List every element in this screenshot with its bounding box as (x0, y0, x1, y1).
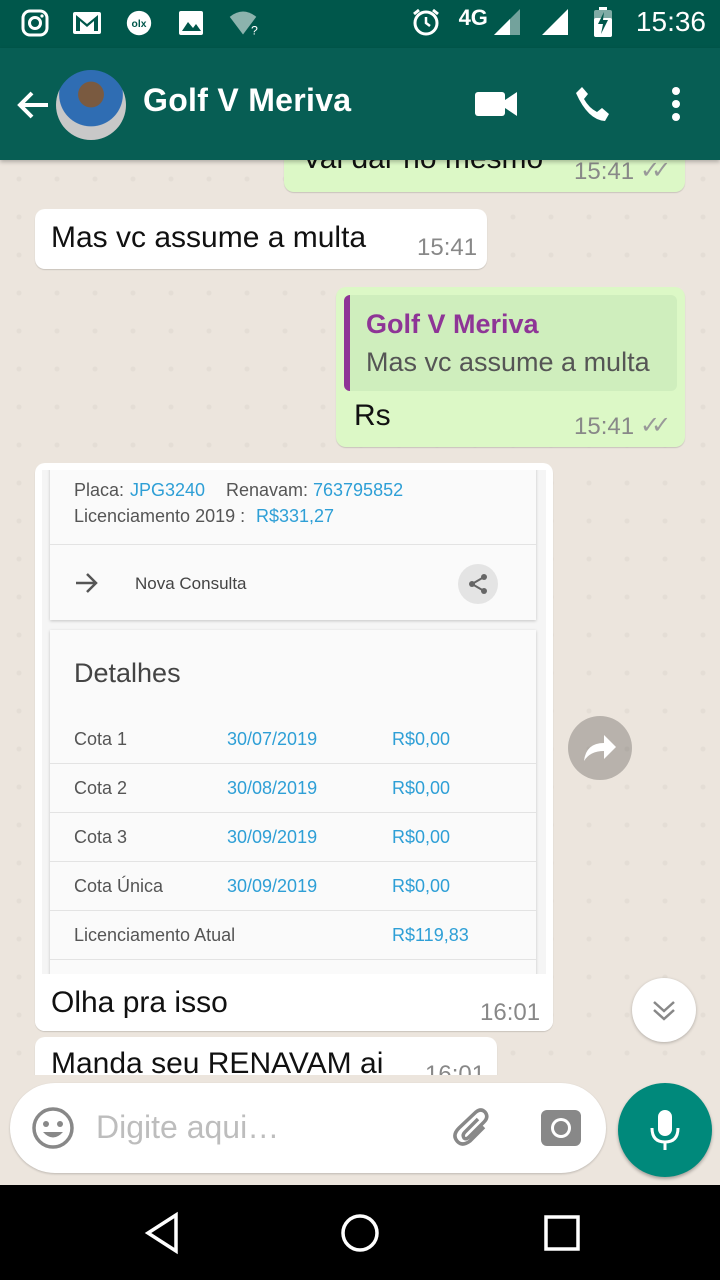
quoted-message[interactable]: Golf V Meriva Mas vc assume a multa (344, 295, 677, 391)
message-time: 15:41 (574, 413, 635, 440)
read-ticks-icon: ✓✓ (640, 160, 671, 184)
message-time: 15:41 (574, 160, 635, 185)
detalhes-row (50, 959, 536, 974)
detalhes-card: Detalhes Cota 1 30/07/2019 R$0,00 Cota 2… (50, 630, 536, 974)
mic-button[interactable] (618, 1083, 712, 1177)
signal-icon (492, 7, 522, 37)
scroll-down-icon[interactable] (632, 978, 696, 1042)
attach-icon[interactable] (450, 1105, 496, 1151)
image-caption-area: Olha pra isso 16:01 (35, 974, 553, 1031)
message-time: 15:41 (417, 234, 478, 261)
shared-screenshot[interactable]: Placa: JPG3240 Renavam: 763795852 Licenc… (42, 470, 546, 974)
read-ticks-icon: ✓✓ (640, 412, 671, 439)
quoted-text: Mas vc assume a multa (366, 347, 650, 377)
emoji-icon[interactable] (30, 1105, 76, 1151)
detalhes-row: Cota Única 30/09/2019 R$0,00 (50, 861, 536, 910)
chat-area[interactable]: Vai dar no mesmo 15:41 ✓✓ Mas vc assume … (0, 160, 720, 1075)
message-time: 16:01 (425, 1061, 486, 1075)
row-value: R$0,00 (392, 729, 451, 749)
renavam-value: 763795852 (313, 480, 404, 500)
message-input[interactable]: Digite aqui… (96, 1109, 279, 1146)
row-date: 30/08/2019 (227, 778, 318, 798)
network-type: 4G (458, 5, 488, 30)
detalhes-row: Cota 1 30/07/2019 R$0,00 (50, 715, 536, 763)
quoted-author: Golf V Meriva (366, 309, 539, 339)
message-incoming[interactable]: Mas vc assume a multa 15:41 (35, 209, 487, 269)
nav-back-icon[interactable] (140, 1211, 184, 1255)
licenciamento-value: R$331,27 (256, 506, 335, 526)
gmail-icon (72, 8, 102, 38)
message-outgoing-reply[interactable]: Golf V Meriva Mas vc assume a multa Rs 1… (336, 287, 685, 447)
message-time: 16:01 (480, 999, 541, 1026)
row-value: R$0,00 (392, 827, 451, 847)
more-vert-icon[interactable] (654, 82, 698, 126)
message-text: Mas vc assume a multa (51, 221, 367, 254)
row-label: Licenciamento Atual (74, 925, 236, 945)
share-icon (458, 564, 498, 604)
vehicle-card: Placa: JPG3240 Renavam: 763795852 Licenc… (50, 470, 536, 620)
phone-icon[interactable] (570, 82, 614, 126)
contact-name[interactable]: Golf V Meriva (143, 82, 351, 119)
video-call-icon[interactable] (474, 82, 518, 126)
detalhes-row: Cota 3 30/09/2019 R$0,00 (50, 812, 536, 861)
placa-value: JPG3240 (130, 480, 206, 500)
camera-icon[interactable] (538, 1105, 584, 1151)
message-incoming[interactable]: Manda seu RENAVAM ai 16:01 (35, 1037, 497, 1075)
svg-text:olx: olx (132, 19, 147, 30)
detalhes-row: Cota 2 30/08/2019 R$0,00 (50, 763, 536, 812)
divider (50, 544, 536, 545)
row-value: R$0,00 (392, 876, 451, 896)
forward-icon[interactable] (568, 716, 632, 780)
row-label: Cota Única (74, 876, 164, 896)
system-nav-bar (0, 1185, 720, 1280)
instagram-icon (20, 8, 50, 38)
renavam-label: Renavam: (226, 480, 309, 500)
detalhes-row: Licenciamento Atual R$119,83 (50, 910, 536, 959)
olx-icon: olx (124, 8, 154, 38)
avatar[interactable] (56, 70, 126, 140)
alarm-icon (411, 7, 441, 37)
row-value: R$0,00 (392, 778, 451, 798)
row-label: Cota 1 (74, 729, 128, 749)
message-input-box[interactable]: Digite aqui… (10, 1083, 606, 1173)
message-text: Vai dar no mesmo (302, 160, 543, 176)
row-date: 30/09/2019 (227, 876, 318, 896)
image-icon (176, 8, 206, 38)
row-value: R$119,83 (392, 925, 469, 945)
row-date: 30/07/2019 (227, 729, 318, 749)
message-outgoing[interactable]: Vai dar no mesmo 15:41 ✓✓ (284, 160, 685, 192)
message-text: Rs (354, 399, 391, 432)
wifi-question-icon: ? (228, 8, 258, 38)
message-text: Olha pra isso (51, 986, 228, 1019)
nav-home-icon[interactable] (338, 1211, 382, 1255)
composer: Digite aqui… (0, 1075, 720, 1185)
nav-recents-icon[interactable] (540, 1211, 584, 1255)
signal-icon (540, 7, 570, 37)
placa-label: Placa: (74, 480, 125, 500)
message-text: Manda seu RENAVAM ai (51, 1047, 384, 1075)
back-arrow-icon[interactable] (14, 86, 52, 124)
clock: 15:36 (635, 6, 706, 37)
row-label: Cota 3 (74, 827, 128, 847)
battery-charging-icon (588, 7, 618, 37)
row-date: 30/09/2019 (227, 827, 318, 847)
arrow-right-icon (74, 572, 100, 599)
licenciamento-label: Licenciamento 2019 : (74, 506, 246, 526)
status-bar: olx ? 4G 15:36 (0, 0, 720, 48)
svg-text:?: ? (251, 23, 258, 37)
chat-header: Golf V Meriva (0, 48, 720, 160)
detalhes-title: Detalhes (74, 658, 181, 688)
nova-consulta-link: Nova Consulta (135, 574, 247, 593)
row-label: Cota 2 (74, 778, 128, 798)
